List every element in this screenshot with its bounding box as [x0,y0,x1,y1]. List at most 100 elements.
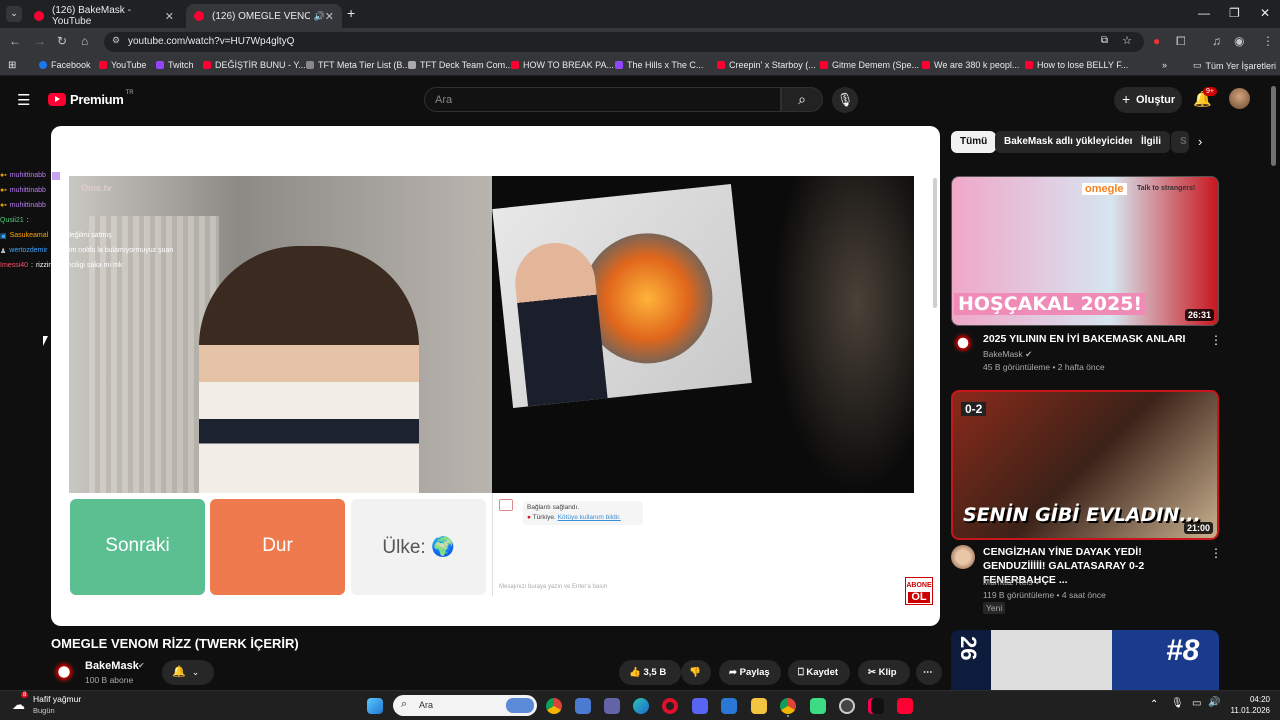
chip-related[interactable]: İlgili [1132,131,1170,153]
rec-channel-1[interactable]: BakeMask ✔ [983,349,1032,360]
rec-thumbnail-3[interactable]: 26 #8 [951,630,1219,690]
share-button[interactable]: ➦ Paylaş [719,660,781,685]
save-button[interactable]: ⎕ Kaydet [788,660,850,685]
channel-avatar[interactable] [951,545,975,569]
tab-search-button[interactable]: ⌄ [6,6,22,22]
app-icon[interactable] [839,698,855,714]
voice-search-button[interactable]: 🎙 [832,87,858,113]
volume-icon[interactable]: 🔊 [1208,697,1220,708]
bookmark-6[interactable]: HOW TO BREAK PA... [511,60,614,70]
reload-icon[interactable]: ↻ [57,34,67,48]
site-info-icon[interactable]: ⚙ [112,35,120,46]
minimize-button[interactable]: — [1198,6,1210,20]
monitor-icon[interactable]: ▭ [1192,698,1201,709]
youtube-logo[interactable]: Premium TR [48,90,134,107]
bookmark-3[interactable]: DEĞİŞTİR BUNU - Y... [203,60,306,70]
tray-chevron-icon[interactable]: ⌃ [1150,699,1158,710]
home-icon[interactable]: ⌂ [81,34,88,48]
chip-from-uploader[interactable]: BakeMask adlı yükleyiciden [995,131,1145,153]
edge-icon[interactable] [633,698,649,714]
bookmark-11[interactable]: How to lose BELLY F... [1025,60,1128,70]
all-bookmarks-folder[interactable]: ▭ Tüm Yer İşaretleri [1193,60,1276,71]
clock[interactable]: 04:20 11.01.2026 [1226,694,1270,716]
subscribe-bell-button[interactable]: 🔔 ⌄ [162,660,214,685]
more-actions-button[interactable]: ⋯ [916,660,942,685]
android-icon[interactable] [810,698,826,714]
teams-icon[interactable] [604,698,620,714]
browser-tab-2[interactable]: (126) OMEGLE VENOM RİZZ 🔊 ✕ [186,4,342,28]
bookmark-8[interactable]: Creepin' x Starboy (... [717,60,816,70]
bookmark-10[interactable]: We are 380 k peopl... [922,60,1019,70]
dislike-button[interactable]: 👎 [681,660,711,685]
create-button[interactable]: + Oluştur [1114,87,1182,113]
menu-kebab-icon[interactable]: ⋮ [1262,34,1274,48]
extensions-icon[interactable]: ⧠ [1176,34,1186,49]
search-input[interactable]: Ara [424,87,781,112]
rec-thumbnail-2[interactable]: 0-2 SENİN GİBİ EVLADIN... 21:00 [951,390,1219,540]
chevron-right-icon[interactable]: › [1198,134,1202,149]
notifications-button[interactable]: 🔔 9+ [1193,87,1217,108]
opera-icon[interactable] [662,698,678,714]
install-icon[interactable]: ⧉ [1101,35,1108,46]
weather-widget[interactable]: ☁ 8 Hafif yağmur Bugün [12,692,81,716]
more-vert-icon[interactable]: ⋮ [1210,546,1222,560]
restore-button[interactable]: ❐ [1229,6,1240,20]
bookmark-youtube[interactable]: YouTube [99,60,146,70]
windows-start-icon[interactable] [367,698,383,714]
folder-icon[interactable] [751,698,767,714]
discord-icon[interactable] [692,698,708,714]
rec-thumbnail-1[interactable]: omegle Talk to strangers! HOŞÇAKAL 2025!… [951,176,1219,326]
rec-title-1[interactable]: 2025 YILININ EN İYİ BAKEMASK ANLARI [983,332,1203,346]
bookmark-star-icon[interactable]: ☆ [1122,34,1132,47]
forward-icon[interactable]: → [34,34,46,48]
close-icon[interactable]: ✕ [165,10,174,23]
channel-avatar[interactable] [951,331,975,355]
tiktok-icon[interactable] [868,698,884,714]
stop-button[interactable]: Dur [210,499,345,595]
taskbar-search[interactable]: ⌕ Ara [393,695,537,716]
speaker-icon[interactable]: 🔊 [314,11,325,22]
address-bar[interactable]: ⚙ youtube.com/watch?v=HU7Wp4gltyQ ⧉ ☆ [104,32,1144,52]
page-scrollbar[interactable] [1271,86,1276,166]
chip-more[interactable]: S [1171,131,1189,153]
search-button[interactable]: ⌕ [781,87,823,112]
chrome-active-icon[interactable] [780,698,796,714]
extension-record-icon[interactable]: ● [1153,34,1160,48]
bookmark-4[interactable]: TFT Meta Tier List (B... [306,60,410,70]
channel-avatar[interactable] [51,659,77,685]
youtube-icon [820,61,828,69]
rec-channel-2[interactable]: Mümtaz Reis ✔ [983,577,1042,588]
bookmark-facebook[interactable]: Facebook [39,60,91,70]
report-abuse-link[interactable]: Kötüye kullanım bildir. [558,514,621,521]
window-close-button[interactable]: ✕ [1260,6,1270,20]
mic-tray-icon[interactable]: 🎙 [1171,698,1184,709]
video-player[interactable]: Ome.tv Sonraki Dur Ülke: 🌍 Bağlantı sağl… [51,126,940,626]
chrome-icon[interactable] [546,698,562,714]
browser-tab-1[interactable]: (126) BakeMask - YouTube ✕ [26,4,182,28]
account-avatar[interactable] [1229,88,1250,109]
chip-all[interactable]: Tümü [951,131,997,153]
channel-name[interactable]: BakeMask [85,660,139,672]
file-manager-icon[interactable] [575,698,591,714]
bookmark-twitch[interactable]: Twitch [156,60,194,70]
country-button[interactable]: Ülke: 🌍 [351,499,486,595]
bookmark-5[interactable]: TFT Deck Team Com... [408,60,513,70]
back-icon[interactable]: ← [9,34,21,48]
bookmark-9[interactable]: Gitme Demem (Spe... [820,60,919,70]
youtube-app-icon[interactable] [897,698,913,714]
like-button[interactable]: 👍 3,5 B [619,660,681,685]
close-icon[interactable]: ✕ [325,10,334,23]
next-button[interactable]: Sonraki [70,499,205,595]
bookmarks-bar: ⊞ Facebook YouTube Twitch DEĞİŞTİR BUNU … [0,56,1280,76]
clip-button[interactable]: ✂ Klip [858,660,910,685]
new-tab-button[interactable]: + [347,5,355,21]
mail-icon[interactable] [721,698,737,714]
more-bookmarks-icon[interactable]: » [1162,60,1167,70]
hamburger-menu-icon[interactable]: ☰ [17,91,30,109]
bookmark-7[interactable]: The Hills x The C... [615,60,703,70]
chat-message-input[interactable]: Mesajınızı buraya yazın ve Enter'a basın [499,584,607,590]
apps-grid-icon[interactable]: ⊞ [8,60,16,71]
media-control-icon[interactable]: ♫ [1212,34,1221,48]
more-vert-icon[interactable]: ⋮ [1210,333,1222,347]
profile-icon[interactable]: ◉ [1234,34,1244,48]
